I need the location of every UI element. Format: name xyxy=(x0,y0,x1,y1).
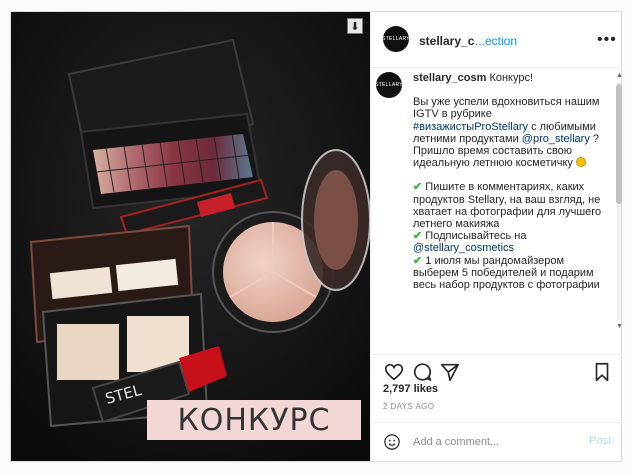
bookmark-icon[interactable] xyxy=(591,361,613,383)
comment-icon[interactable] xyxy=(411,361,433,383)
mention-link[interactable]: @pro_stellary xyxy=(522,133,590,145)
caption-bullet: ✔ Подписывайтесь на @stellary_cosmetics xyxy=(413,230,609,254)
avatar[interactable]: STELLARY xyxy=(382,26,410,52)
caption-text: Вы уже успели вдохновиться нашим IGTV в … xyxy=(413,96,600,121)
post-comment-button[interactable]: Post xyxy=(589,435,611,447)
emoji-icon[interactable] xyxy=(383,433,401,451)
bullet-text: Пишите в комментариях, каких продуктов S… xyxy=(413,181,602,231)
caption-username[interactable]: stellary_cosm xyxy=(413,72,486,84)
bullet-text: Подписывайтесь на xyxy=(425,230,527,243)
hashtag-link[interactable]: #визажистыProStellary xyxy=(413,121,528,133)
contest-overlay-label: КОНКУРС xyxy=(147,400,361,440)
download-icon[interactable]: ⬇ xyxy=(347,18,363,34)
header-follow-link[interactable]: ...ection xyxy=(475,34,517,48)
scroll-thumb[interactable] xyxy=(616,84,622,204)
post-side-panel: STELLARY stellary_c ...ection ••• STELLA… xyxy=(370,12,623,462)
scroll-down-icon[interactable]: ▼ xyxy=(616,323,623,330)
check-icon: ✔ xyxy=(413,254,423,267)
post-date[interactable]: 2 DAYS AGO xyxy=(383,402,434,411)
post-actions xyxy=(371,354,622,385)
comment-bar: Post xyxy=(371,422,622,462)
likes-count[interactable]: 2,797 likes xyxy=(383,383,438,395)
comment-input[interactable] xyxy=(413,434,573,450)
share-icon[interactable] xyxy=(439,361,461,383)
caption-scrollbar[interactable]: ▲ ▼ xyxy=(616,72,623,330)
check-icon: ✔ xyxy=(413,181,423,194)
caption-paragraph: Вы уже успели вдохновиться нашим IGTV в … xyxy=(413,96,609,169)
caption-line: Конкурс! xyxy=(486,72,534,84)
post-header: STELLARY stellary_c ...ection ••• xyxy=(371,12,622,68)
instagram-post: STEL КОНКУРС ⬇ STELLARY stellary_c ...ec… xyxy=(10,11,623,462)
makeup-products-illustration: STEL xyxy=(11,12,370,461)
more-icon[interactable]: ••• xyxy=(597,32,617,48)
heart-icon[interactable] xyxy=(383,361,405,383)
scroll-up-icon[interactable]: ▲ xyxy=(616,72,623,79)
author-username[interactable]: stellary_c xyxy=(419,34,474,48)
caption-bullet: ✔ 1 июля мы рандомайзером выберем 5 побе… xyxy=(413,255,609,292)
post-caption: stellary_cosm Конкурс! Вы уже успели вдо… xyxy=(413,72,609,352)
caption-bullet: ✔ Пишите в комментариях, каких продуктов… xyxy=(413,181,609,230)
clear-jar xyxy=(301,149,370,291)
caption-avatar[interactable]: STELLARY xyxy=(375,72,403,98)
check-icon: ✔ xyxy=(413,230,423,243)
sun-emoji-icon xyxy=(575,157,586,168)
mention-link[interactable]: @stellary_cosmetics xyxy=(413,242,514,254)
post-photo[interactable]: STEL КОНКУРС ⬇ xyxy=(11,12,370,461)
bullet-text: 1 июля мы рандомайзером выберем 5 победи… xyxy=(413,254,600,292)
